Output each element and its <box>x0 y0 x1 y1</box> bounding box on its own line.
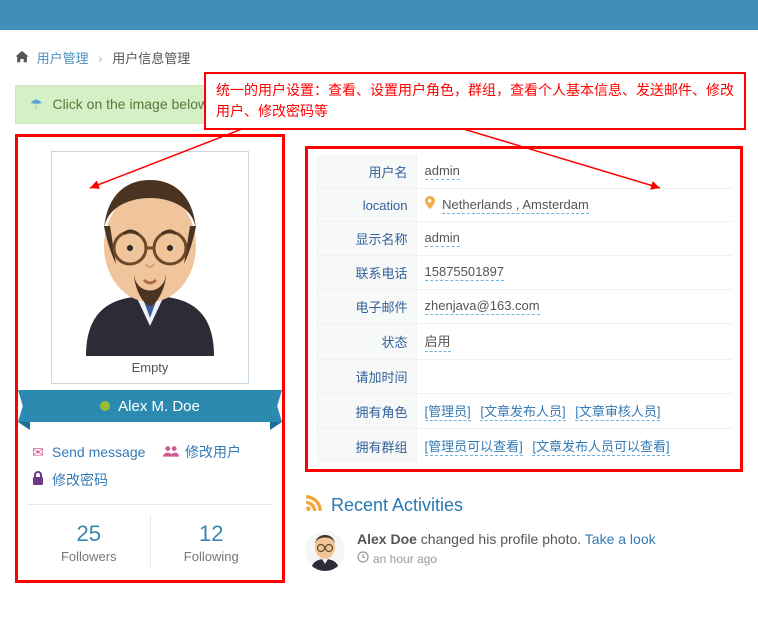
profile-stats: 25 Followers 12 Following <box>28 515 272 570</box>
send-message-link[interactable]: ✉ Send message <box>30 438 145 466</box>
activity-user: Alex Doe <box>357 531 417 547</box>
role-link[interactable]: [文章发布人员] <box>480 401 565 421</box>
umbrella-icon: ☂ <box>30 96 43 112</box>
table-row: location Netherlands , Amsterdam <box>316 189 732 222</box>
activity-item: Alex Doe changed his profile photo. Take… <box>305 525 743 577</box>
activity-time: an hour ago <box>357 551 656 566</box>
change-password-label: 修改密码 <box>52 466 108 494</box>
table-row: 拥有角色 [管理员] [文章发布人员] [文章审核人员] <box>316 394 732 429</box>
following-count: 12 <box>151 521 273 547</box>
following-stat[interactable]: 12 Following <box>150 515 273 570</box>
status-value[interactable]: 启用 <box>425 331 451 352</box>
annotation-callout: 统一的用户设置：查看、设置用户角色，群组，查看个人基本信息、发送邮件、修改用户、… <box>204 72 746 130</box>
user-info-table: 用户名 admin location Netherlands , Amsterd… <box>316 155 732 463</box>
location-value[interactable]: Netherlands , Amsterdam <box>442 197 589 214</box>
rss-icon <box>305 494 323 517</box>
table-row: 联系电话 15875501897 <box>316 256 732 290</box>
users-icon <box>163 438 179 466</box>
user-info-panel: 用户名 admin location Netherlands , Amsterd… <box>305 146 743 472</box>
avatar-container[interactable]: Empty <box>51 151 249 384</box>
group-link[interactable]: [文章发布人员可以查看] <box>532 436 669 456</box>
activity-avatar <box>305 531 345 571</box>
following-label: Following <box>151 549 273 564</box>
activity-time-text: an hour ago <box>373 552 437 566</box>
field-label: 用户名 <box>316 155 416 189</box>
map-marker-icon <box>425 197 439 212</box>
table-row: 用户名 admin <box>316 155 732 189</box>
breadcrumb: 用户管理 › 用户信息管理 <box>15 40 743 73</box>
edit-user-label: 修改用户 <box>185 438 241 466</box>
lock-icon <box>30 466 46 494</box>
role-link[interactable]: [文章审核人员] <box>575 401 660 421</box>
table-row: 显示名称 admin <box>316 222 732 256</box>
avatar-image <box>56 156 244 356</box>
followers-stat[interactable]: 25 Followers <box>28 515 150 570</box>
activity-action: changed his profile photo. <box>417 531 585 547</box>
field-label: 联系电话 <box>316 256 416 290</box>
phone-value[interactable]: 15875501897 <box>425 264 505 281</box>
followers-count: 25 <box>28 521 150 547</box>
profile-actions: ✉ Send message 修改用户 修改密码 <box>28 432 272 505</box>
username-value[interactable]: admin <box>425 163 460 180</box>
breadcrumb-current: 用户信息管理 <box>112 51 190 66</box>
clock-icon <box>357 551 369 566</box>
field-label: 状态 <box>316 324 416 360</box>
table-row: 拥有群组 [管理员可以查看] [文章发布人员可以查看] <box>316 429 732 464</box>
top-bar <box>0 0 758 30</box>
home-icon <box>15 51 33 66</box>
table-row: 电子邮件 zhenjava@163.com <box>316 290 732 324</box>
display-name-value[interactable]: admin <box>425 230 460 247</box>
role-link[interactable]: [管理员] <box>425 401 471 421</box>
field-label: 拥有角色 <box>316 394 416 429</box>
avatar-caption: Empty <box>56 356 244 379</box>
recent-activities-title: Recent Activities <box>331 495 463 516</box>
edit-user-link[interactable]: 修改用户 <box>163 438 241 466</box>
field-label: 显示名称 <box>316 222 416 256</box>
email-value[interactable]: zhenjava@163.com <box>425 298 540 315</box>
recent-activities-heading: Recent Activities <box>305 494 743 517</box>
field-label: 请加时间 <box>316 360 416 394</box>
status-dot-icon <box>100 401 110 411</box>
field-label: 拥有群组 <box>316 429 416 464</box>
profile-name: Alex M. Doe <box>118 398 200 415</box>
change-password-link[interactable]: 修改密码 <box>30 466 108 494</box>
breadcrumb-root-link[interactable]: 用户管理 <box>37 51 89 66</box>
field-label: location <box>316 189 416 222</box>
profile-card: Empty Alex M. Doe ✉ Send message <box>15 134 285 583</box>
activity-link[interactable]: Take a look <box>585 531 656 547</box>
field-label: 电子邮件 <box>316 290 416 324</box>
breadcrumb-separator: › <box>98 51 102 66</box>
table-row: 状态 启用 <box>316 324 732 360</box>
send-message-label: Send message <box>52 438 145 466</box>
envelope-icon: ✉ <box>30 438 46 466</box>
table-row: 请加时间 <box>316 360 732 394</box>
group-link[interactable]: [管理员可以查看] <box>425 436 523 456</box>
name-ribbon: Alex M. Doe <box>18 390 282 422</box>
followers-label: Followers <box>28 549 150 564</box>
